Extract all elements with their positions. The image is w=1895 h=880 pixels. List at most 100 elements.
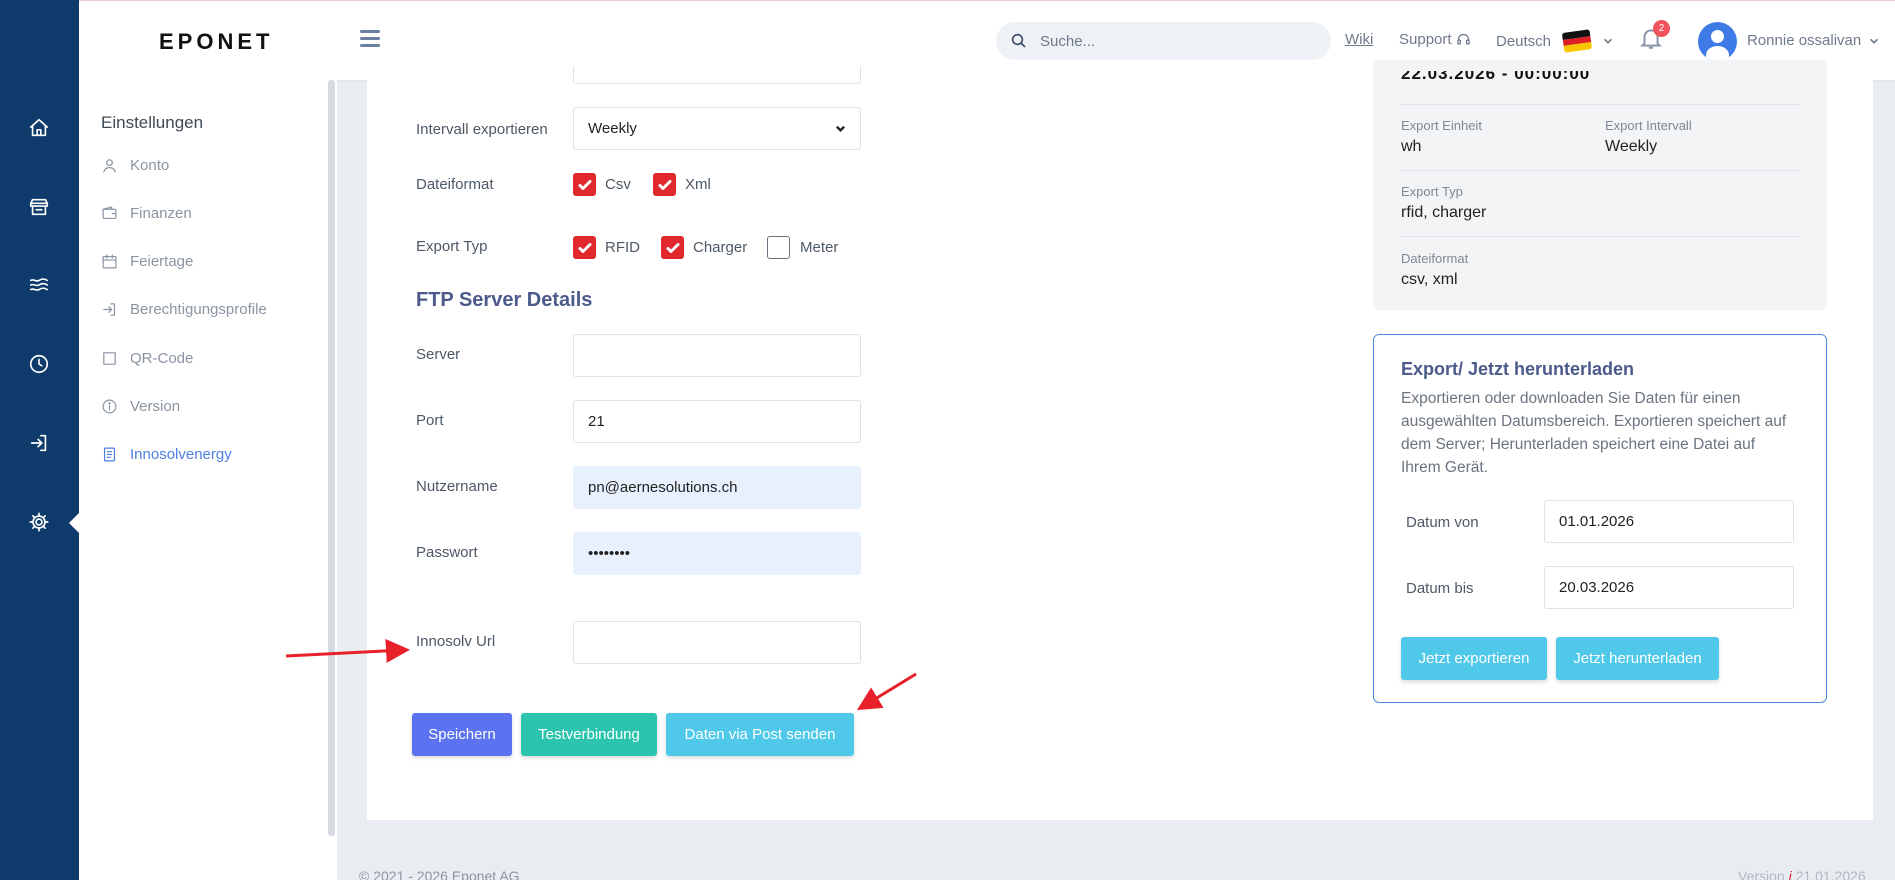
save-button[interactable]: Speichern xyxy=(412,713,512,756)
url-label: Innosolv Url xyxy=(416,633,496,650)
menu-toggle-icon[interactable] xyxy=(360,30,380,48)
sidebar-item-label: Version xyxy=(130,398,181,415)
date-to-label: Datum bis xyxy=(1406,580,1474,597)
charger-label: Charger xyxy=(693,239,748,256)
wiki-link[interactable]: Wiki xyxy=(1345,31,1373,48)
cut-off-field[interactable] xyxy=(573,66,861,84)
port-input[interactable]: 21 xyxy=(573,400,861,443)
support-link[interactable]: Support xyxy=(1399,31,1471,48)
sidebar-item-version[interactable]: Version xyxy=(101,398,180,415)
url-input[interactable] xyxy=(573,621,861,664)
language-label: Deutsch xyxy=(1496,32,1552,50)
csv-checkbox[interactable] xyxy=(573,173,596,196)
language-selector[interactable]: Deutsch xyxy=(1496,29,1613,53)
chevron-down-icon xyxy=(1604,38,1612,44)
info-icon xyxy=(102,399,117,414)
search-icon xyxy=(1011,33,1026,48)
sidebar-item-label: Innosolvenergy xyxy=(130,446,232,463)
logo[interactable]: EPONET xyxy=(159,29,273,55)
date-from-input[interactable]: 01.01.2026 xyxy=(1544,500,1794,543)
test-connection-button[interactable]: Testverbindung xyxy=(521,713,657,756)
settings-sidebar: Einstellungen Konto Finanzen Feiertage B… xyxy=(79,80,337,880)
sidebar-item-konto[interactable]: Konto xyxy=(101,157,169,174)
sidebar-item-label: Berechtigungsprofile xyxy=(130,301,267,318)
password-label: Passwort xyxy=(416,544,478,561)
unit-label: Export Einheit xyxy=(1401,118,1482,133)
username-label: Nutzername xyxy=(416,478,498,495)
send-via-post-button[interactable]: Daten via Post senden xyxy=(666,713,854,756)
sidebar-item-berechtigungsprofile[interactable]: Berechtigungsprofile xyxy=(101,301,267,318)
chevron-down-icon xyxy=(835,125,846,133)
sidebar-scrollbar[interactable] xyxy=(328,80,335,836)
notification-badge: 2 xyxy=(1653,20,1670,37)
interval-select[interactable]: Weekly xyxy=(573,107,861,150)
chevron-down-icon xyxy=(1870,38,1879,44)
format-label: Dateiformat xyxy=(416,176,494,193)
footer-copyright: © 2021 - 2026 Eponet AG xyxy=(359,868,520,880)
check-icon xyxy=(666,242,679,253)
date-from-label: Datum von xyxy=(1406,514,1479,531)
xml-label: Xml xyxy=(685,176,711,193)
interval-value: Weekly xyxy=(588,120,637,137)
xml-checkbox[interactable] xyxy=(653,173,676,196)
search-input[interactable] xyxy=(1040,32,1300,50)
sidebar-item-feiertage[interactable]: Feiertage xyxy=(101,253,193,270)
login-icon xyxy=(103,303,116,316)
download-now-button[interactable]: Jetzt herunterladen xyxy=(1556,637,1719,680)
gear-icon[interactable] xyxy=(24,507,54,537)
export-title: Export/ Jetzt herunterladen xyxy=(1401,359,1635,379)
rfid-checkbox[interactable] xyxy=(573,236,596,259)
info-type-label: Export Typ xyxy=(1401,184,1463,199)
divider xyxy=(1400,170,1800,171)
info-interval-label: Export Intervall xyxy=(1605,118,1692,133)
divider xyxy=(1400,104,1800,105)
interval-label: Intervall exportieren xyxy=(416,121,548,138)
clock-icon[interactable] xyxy=(24,349,54,379)
password-input[interactable]: •••••••• xyxy=(573,532,861,575)
date-to-input[interactable]: 20.03.2026 xyxy=(1544,566,1794,609)
export-now-button[interactable]: Jetzt exportieren xyxy=(1401,637,1547,680)
check-icon xyxy=(578,179,591,190)
footer-version: Version i 21.01.2026 xyxy=(1738,868,1866,880)
waves-icon[interactable] xyxy=(24,270,54,300)
sidebar-title: Einstellungen xyxy=(101,113,204,132)
wallet-icon xyxy=(102,206,117,220)
username-input[interactable]: pn@aernesolutions.ch xyxy=(573,466,861,509)
sidebar-item-label: Konto xyxy=(130,157,170,174)
charger-checkbox[interactable] xyxy=(661,236,684,259)
unit-value: wh xyxy=(1401,138,1422,155)
sidebar-item-innosolvenergy[interactable]: Innosolvenergy xyxy=(101,446,232,463)
info-interval-value: Weekly xyxy=(1605,138,1658,155)
search-box[interactable] xyxy=(996,22,1331,60)
server-label: Server xyxy=(416,346,461,363)
server-input[interactable] xyxy=(573,334,861,377)
csv-label: Csv xyxy=(605,176,631,193)
info-type-value: rfid, charger xyxy=(1401,204,1487,221)
avatar[interactable] xyxy=(1698,22,1737,61)
german-flag-icon xyxy=(1561,29,1593,53)
version-date: 21.01.2026 xyxy=(1795,868,1866,880)
meter-checkbox[interactable] xyxy=(767,236,790,259)
rfid-label: RFID xyxy=(605,239,640,256)
user-name: Ronnie ossalivan xyxy=(1747,32,1862,49)
sidebar-item-finanzen[interactable]: Finanzen xyxy=(101,205,192,222)
home-icon[interactable] xyxy=(24,113,54,143)
notifications-button[interactable]: 2 xyxy=(1638,20,1670,55)
support-label: Support xyxy=(1399,31,1452,48)
square-icon xyxy=(103,352,116,365)
sidebar-item-qr-code[interactable]: QR-Code xyxy=(101,350,193,367)
login-icon[interactable] xyxy=(24,428,54,458)
info-icon[interactable]: i xyxy=(1789,868,1792,880)
type-label: Export Typ xyxy=(416,238,488,255)
sidebar-item-label: QR-Code xyxy=(130,350,194,367)
headset-icon xyxy=(1456,33,1470,45)
sidebar-item-label: Finanzen xyxy=(130,205,192,222)
divider xyxy=(1400,236,1800,237)
ftp-heading: FTP Server Details xyxy=(416,289,593,311)
meter-label: Meter xyxy=(800,239,839,256)
calendar-icon xyxy=(102,254,117,269)
app-rail xyxy=(0,0,80,880)
store-icon[interactable] xyxy=(24,192,54,222)
user-menu[interactable]: Ronnie ossalivan xyxy=(1747,32,1879,49)
check-icon xyxy=(578,242,591,253)
